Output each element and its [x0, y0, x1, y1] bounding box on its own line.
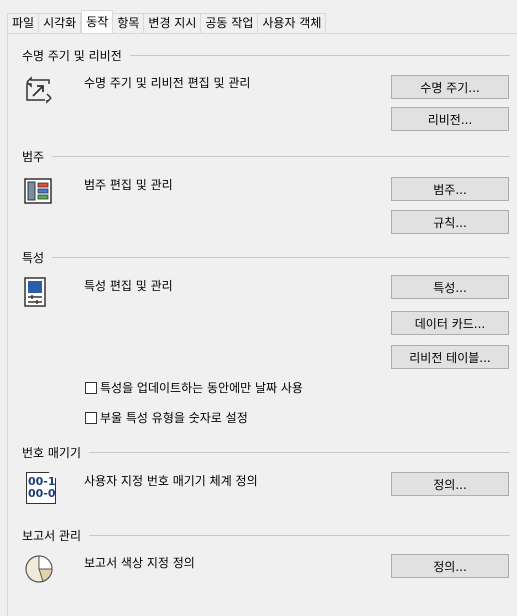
pie-chart-icon [23, 553, 55, 588]
divider [52, 155, 510, 157]
numbering-description: 사용자 지정 번호 매기기 체계 정의 [84, 474, 258, 488]
tab-items[interactable]: 항목 [113, 13, 145, 33]
divider [89, 451, 510, 453]
divider [52, 256, 510, 258]
divider [129, 54, 510, 56]
group-title: 수명 주기 및 리비전 [22, 48, 122, 63]
lifecycle-description: 수명 주기 및 리비전 편집 및 관리 [84, 76, 251, 90]
checkbox-box[interactable] [85, 381, 97, 394]
tab-bar: 파일 시각화 동작 항목 변경 지시 공동 작업 사용자 객체 [7, 10, 327, 33]
properties-sheet-icon [23, 276, 49, 311]
tab-change-order[interactable]: 변경 지시 [144, 13, 202, 33]
update-date-checkbox[interactable]: 특성을 업데이트하는 동안에만 날짜 사용 [85, 379, 303, 396]
group-title: 범주 [22, 149, 45, 164]
tab-collaboration[interactable]: 공동 작업 [201, 13, 259, 33]
numbering-icon-line2: 00-0 [28, 487, 56, 500]
lifecycle-arrows-icon [23, 76, 55, 107]
group-header-properties: 특성 [22, 249, 510, 265]
group-header-category: 범주 [22, 148, 510, 164]
checkbox-label: 부울 특성 유형을 숫자로 설정 [100, 411, 248, 425]
group-title: 특성 [22, 250, 45, 265]
properties-description: 특성 편집 및 관리 [84, 279, 173, 293]
numbering-scheme-icon: 00-1 00-0 [22, 472, 56, 504]
tab-file[interactable]: 파일 [7, 13, 40, 33]
category-panel-icon [23, 177, 53, 208]
category-description: 범주 편집 및 관리 [84, 178, 173, 192]
tab-behavior[interactable]: 동작 [81, 10, 114, 33]
boolean-numeric-checkbox[interactable]: 부울 특성 유형을 숫자로 설정 [85, 409, 248, 426]
lifecycle-button[interactable]: 수명 주기... [391, 75, 509, 99]
data-cards-button[interactable]: 데이터 카드... [391, 311, 509, 335]
divider [89, 534, 510, 536]
checkbox-label: 특성을 업데이트하는 동안에만 날짜 사용 [100, 381, 303, 395]
report-define-button[interactable]: 정의... [391, 554, 509, 578]
category-button[interactable]: 범주... [391, 177, 509, 201]
group-header-lifecycle: 수명 주기 및 리비전 [22, 47, 510, 63]
group-title: 번호 매기기 [22, 445, 82, 460]
tab-custom-objects[interactable]: 사용자 객체 [258, 13, 327, 33]
properties-button[interactable]: 특성... [391, 275, 509, 299]
revision-table-button[interactable]: 리비전 테이블... [391, 345, 509, 369]
rules-button[interactable]: 규칙... [391, 210, 509, 234]
tab-visualization[interactable]: 시각화 [39, 13, 82, 33]
report-description: 보고서 색상 지정 정의 [84, 556, 195, 570]
group-title: 보고서 관리 [22, 528, 82, 543]
numbering-define-button[interactable]: 정의... [391, 472, 509, 496]
revision-button[interactable]: 리비전... [391, 107, 509, 131]
group-header-numbering: 번호 매기기 [22, 444, 510, 460]
group-header-report: 보고서 관리 [22, 527, 510, 543]
checkbox-box[interactable] [85, 411, 97, 424]
